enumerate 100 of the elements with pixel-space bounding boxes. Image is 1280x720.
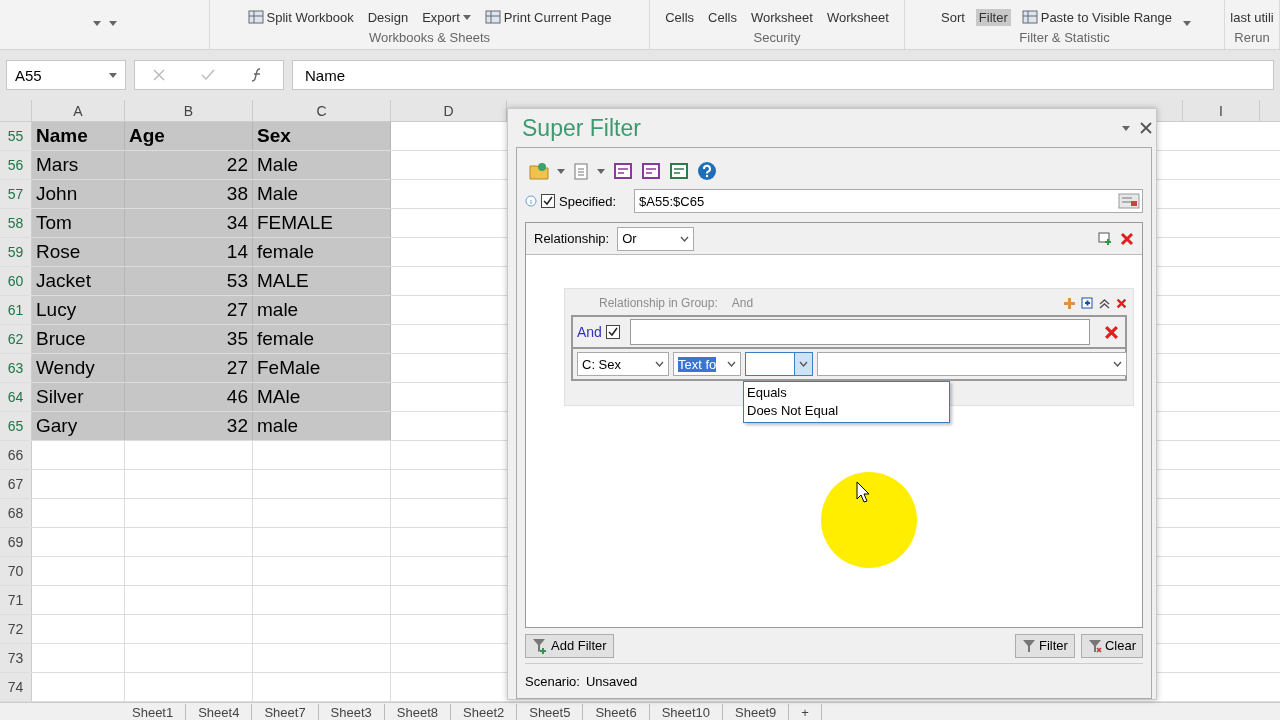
- table-cell: female: [253, 238, 391, 266]
- column-header[interactable]: B: [125, 100, 253, 121]
- row-header[interactable]: 67: [0, 470, 32, 498]
- row-header[interactable]: 61: [0, 296, 32, 324]
- range-picker-icon[interactable]: [1118, 193, 1140, 209]
- filter-icon: [1022, 638, 1037, 653]
- row-header[interactable]: 57: [0, 180, 32, 208]
- row-header[interactable]: 66: [0, 441, 32, 469]
- row-header[interactable]: 64: [0, 383, 32, 411]
- condition-field[interactable]: [629, 319, 1090, 345]
- table-cell: FeMale: [253, 354, 391, 382]
- row-header[interactable]: 65: [0, 412, 32, 440]
- row-header[interactable]: 68: [0, 499, 32, 527]
- table-cell: Silver: [32, 383, 125, 411]
- sheet-tab[interactable]: Sheet2: [451, 704, 518, 720]
- row-header[interactable]: 59: [0, 238, 32, 266]
- sheet-tab[interactable]: Sheet10: [649, 704, 724, 720]
- ribbon-button[interactable]: Cells: [662, 9, 698, 26]
- sheet-tab[interactable]: Sheet1: [120, 704, 187, 720]
- table-cell: Bruce: [32, 325, 125, 353]
- group-label: Rerun: [1233, 30, 1271, 45]
- range-field[interactable]: $A55:$C65: [634, 189, 1143, 213]
- sheet-tab[interactable]: Sheet8: [384, 704, 451, 720]
- row-header[interactable]: 70: [0, 557, 32, 585]
- row-header[interactable]: 73: [0, 644, 32, 672]
- table-cell: female: [253, 325, 391, 353]
- panel-title: Super Filter: [522, 114, 641, 142]
- ribbon-button[interactable]: Worksheet: [823, 9, 892, 26]
- ribbon-button[interactable]: Paste to Visible Range: [1018, 8, 1175, 26]
- row-header[interactable]: 56: [0, 151, 32, 179]
- column-header[interactable]: A: [32, 100, 125, 121]
- column-header[interactable]: C: [253, 100, 391, 121]
- column-header[interactable]: I: [1183, 100, 1260, 121]
- delete-icon[interactable]: [1104, 324, 1119, 340]
- ribbon-button[interactable]: last utili: [1227, 9, 1277, 26]
- ribbon-button[interactable]: Filter: [975, 9, 1011, 26]
- add-filter-button[interactable]: Add Filter: [525, 633, 614, 658]
- table-cell: Sex: [253, 122, 391, 150]
- help-icon[interactable]: [697, 161, 717, 181]
- filter-button[interactable]: Filter: [1015, 633, 1075, 658]
- table-cell: Male: [253, 180, 391, 208]
- group-relationship-label: Relationship in Group:: [599, 296, 718, 310]
- sheet-tab[interactable]: Sheet7: [252, 704, 319, 720]
- table-cell: male: [253, 412, 391, 440]
- table-cell: Male: [253, 151, 391, 179]
- row-header[interactable]: 62: [0, 325, 32, 353]
- caret-icon: [799, 361, 808, 367]
- scenario-label: Scenario:: [525, 673, 580, 689]
- row-header[interactable]: 63: [0, 354, 32, 382]
- formula-field[interactable]: Name: [292, 60, 1274, 90]
- table-cell: MALE: [253, 267, 391, 295]
- add-sheet-button[interactable]: +: [789, 704, 822, 720]
- check-icon[interactable]: [201, 69, 215, 81]
- ribbon-button[interactable]: Sort: [938, 9, 968, 26]
- collapse-icon[interactable]: [1099, 297, 1110, 309]
- add-group-icon[interactable]: [1098, 231, 1112, 246]
- ribbon-button[interactable]: Design: [364, 9, 412, 26]
- sheet-tab[interactable]: Sheet5: [517, 704, 584, 720]
- table-cell: John: [32, 180, 125, 208]
- sheet-tab[interactable]: Sheet4: [186, 704, 253, 720]
- table-cell: 53: [125, 267, 253, 295]
- group-relationship-value: And: [731, 296, 754, 310]
- sheet-tab[interactable]: Sheet6: [583, 704, 650, 720]
- table-cell: Age: [125, 122, 253, 150]
- row-header[interactable]: 72: [0, 615, 32, 643]
- row-header[interactable]: 69: [0, 528, 32, 556]
- sheet-tab[interactable]: Sheet9: [723, 704, 790, 720]
- row-header[interactable]: 60: [0, 267, 32, 295]
- add-condition-icon[interactable]: [1081, 297, 1093, 309]
- row-header[interactable]: 58: [0, 209, 32, 237]
- table-cell: 32: [125, 412, 253, 440]
- close-icon[interactable]: [1140, 122, 1152, 134]
- ribbon-button[interactable]: Cells: [705, 9, 740, 26]
- table-cell: Tom: [32, 209, 125, 237]
- delete-icon[interactable]: [1120, 231, 1134, 246]
- delete-icon[interactable]: [1116, 297, 1127, 309]
- ribbon-button[interactable]: Split Workbook: [244, 8, 357, 26]
- value-select[interactable]: [817, 352, 1127, 376]
- name-box[interactable]: A55: [6, 60, 126, 90]
- sheet-tab[interactable]: Sheet3: [318, 704, 385, 720]
- table-cell: 22: [125, 151, 253, 179]
- table-cell: Wendy: [32, 354, 125, 382]
- relationship-label: Relationship:: [534, 231, 610, 246]
- ribbon-icon: [1021, 9, 1038, 25]
- ribbon-button[interactable]: Print Current Page: [481, 8, 615, 26]
- caret-icon: [727, 361, 736, 367]
- ribbon-button[interactable]: Export: [419, 9, 474, 26]
- clear-button[interactable]: Clear: [1080, 633, 1143, 658]
- ribbon-button[interactable]: Worksheet: [748, 9, 816, 26]
- folder-icon[interactable]: [529, 162, 549, 180]
- row-header[interactable]: 55: [0, 122, 32, 150]
- relationship-select[interactable]: Or: [617, 226, 695, 251]
- specified-checkbox[interactable]: [541, 194, 555, 208]
- row-header[interactable]: 71: [0, 586, 32, 614]
- caret-icon: [1122, 125, 1130, 131]
- row-header[interactable]: 74: [0, 673, 32, 701]
- plus-icon[interactable]: [1064, 297, 1075, 309]
- table-cell: male: [253, 296, 391, 324]
- info-icon[interactable]: [525, 195, 537, 207]
- table-cell: 35: [125, 325, 253, 353]
